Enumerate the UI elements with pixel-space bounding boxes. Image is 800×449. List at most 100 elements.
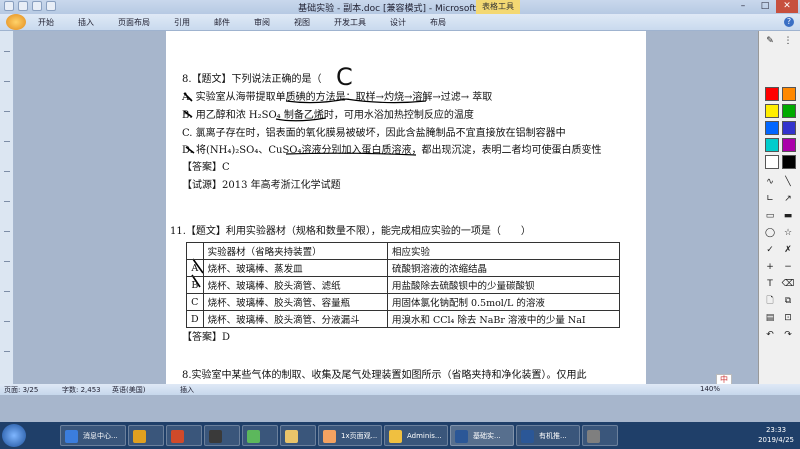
plus-icon[interactable]: + <box>763 261 777 273</box>
angle-icon[interactable]: ∟ <box>763 193 777 205</box>
color-swatch-red[interactable] <box>765 87 779 101</box>
office-button[interactable] <box>6 14 26 30</box>
tab-developer[interactable]: 开发工具 <box>322 17 378 28</box>
taskbar-item[interactable] <box>280 425 316 446</box>
table-cell[interactable]: 用溴水和 CCl₄ 除去 NaBr 溶液中的少量 NaI <box>386 310 621 328</box>
clock-date: 2019/4/25 <box>758 436 794 444</box>
star-icon[interactable]: ☆ <box>781 227 795 239</box>
color-swatch-indigo[interactable] <box>782 121 796 135</box>
experiment-table: 实验器材（省略夹持装置） 相应实验 A 烧杯、玻璃棒、蒸发皿 硫酸铜溶液的浓缩结… <box>186 242 621 328</box>
taskbar-item-active[interactable]: 基础实... <box>450 425 514 446</box>
pen-annotations <box>183 92 427 288</box>
window-title: 基础实验 - 副本.doc [兼容模式] - Microsoft Word <box>298 4 502 14</box>
table-header-row: 实验器材（省略夹持装置） 相应实验 <box>186 242 621 260</box>
color-swatch-yellow[interactable] <box>765 104 779 118</box>
ellipse-icon[interactable]: ◯ <box>763 227 777 239</box>
tab-references[interactable]: 引用 <box>162 17 202 28</box>
help-icon[interactable]: ? <box>784 17 794 27</box>
line-icon[interactable]: ╲ <box>781 176 795 188</box>
table-header-cell[interactable]: 实验器材（省略夹持装置） <box>202 242 388 260</box>
minimize-button[interactable]: – <box>732 0 754 13</box>
table-row: C 烧杯、玻璃棒、胶头滴管、容量瓶 用固体氯化钠配制 0.5mol/L 的溶液 <box>186 293 621 311</box>
next-question-heading: 8.实验室中某些气体的制取、收集及尾气处理装置如图所示（省略夹持和净化装置）。仅… <box>182 370 587 381</box>
arrow-icon[interactable]: ↗ <box>781 193 795 205</box>
tab-review[interactable]: 审阅 <box>242 17 282 28</box>
taskbar-item[interactable]: 消息中心... <box>60 425 126 446</box>
ribbon-tabs: 开始 插入 页面布局 引用 邮件 审阅 视图 开发工具 设计 布局 ? <box>0 14 800 31</box>
document-area: 8.【题文】下列说法正确的是（ C A. 实验室从海带提取单质碘的方法是：取样→… <box>14 31 766 384</box>
pen-icon[interactable]: ✎ <box>763 35 777 47</box>
zoom-level[interactable]: 140% <box>700 385 720 393</box>
table-tools-context-tab[interactable]: 表格工具 <box>476 0 520 14</box>
start-button[interactable] <box>2 424 26 447</box>
tab-mailings[interactable]: 邮件 <box>202 17 242 28</box>
clock-time: 23:33 <box>765 426 787 434</box>
check-icon[interactable]: ✓ <box>763 244 777 256</box>
maximize-button[interactable]: □ <box>754 0 776 13</box>
taskbar-item[interactable] <box>204 425 240 446</box>
insert-mode[interactable]: 插入 <box>180 385 194 395</box>
table-header-cell[interactable] <box>186 242 204 260</box>
redo-icon[interactable]: ↷ <box>781 329 795 341</box>
cross-icon[interactable]: ✗ <box>781 244 795 256</box>
color-swatch-orange[interactable] <box>782 87 796 101</box>
new-page-icon[interactable]: 🗋 <box>763 295 777 307</box>
text-icon[interactable]: T <box>763 278 777 290</box>
table-cell[interactable]: 硫酸铜溶液的浓缩结晶 <box>386 259 621 277</box>
taskbar-item[interactable]: 1x页面观... <box>318 425 382 446</box>
minus-icon[interactable]: − <box>781 261 795 273</box>
rectangle-icon[interactable]: ▭ <box>763 210 777 222</box>
color-swatch-black[interactable] <box>782 155 796 169</box>
table-cell[interactable]: 烧杯、玻璃棒、蒸发皿 <box>202 259 388 277</box>
table-header-cell[interactable]: 相应实验 <box>386 242 621 260</box>
undo-icon[interactable]: ↶ <box>763 329 777 341</box>
taskbar-item[interactable] <box>242 425 278 446</box>
row-label[interactable]: A <box>186 259 204 277</box>
table-cell[interactable]: 烧杯、玻璃棒、胶头滴管、容量瓶 <box>202 293 388 311</box>
table-cell[interactable]: 用盐酸除去硫酸钡中的少量碳酸钡 <box>386 276 621 294</box>
vertical-ruler <box>0 31 14 384</box>
tab-insert[interactable]: 插入 <box>66 17 106 28</box>
table-cell[interactable]: 烧杯、玻璃棒、胶头滴管、分液漏斗 <box>202 310 388 328</box>
taskbar-item[interactable]: Adminis... <box>384 425 448 446</box>
pen-tool-palette: ✎ ⋮ ∿ ╲ ∟ ↗ ▭ ▬ ◯ ☆ ✓ ✗ + − T ⌫ 🗋 ⧉ ▤ ⊡ … <box>758 31 800 387</box>
tab-view[interactable]: 视图 <box>282 17 322 28</box>
color-swatch-purple[interactable] <box>782 138 796 152</box>
color-swatch-blue[interactable] <box>765 121 779 135</box>
tab-layout[interactable]: 布局 <box>418 17 458 28</box>
taskbar-item[interactable] <box>128 425 164 446</box>
taskbar-clock[interactable]: 23:33 2019/4/25 <box>758 425 794 445</box>
screenshot-icon[interactable]: ⊡ <box>781 312 795 324</box>
close-button[interactable]: ✕ <box>776 0 798 13</box>
tab-page-layout[interactable]: 页面布局 <box>106 17 162 28</box>
page-indicator[interactable]: 页面: 3/25 <box>4 385 38 395</box>
status-bar: 页面: 3/25 字数: 2,453 英语(美国) 插入 140% <box>0 384 800 395</box>
tab-design[interactable]: 设计 <box>378 17 418 28</box>
row-label[interactable]: B <box>186 276 204 294</box>
color-swatch-cyan[interactable] <box>765 138 779 152</box>
table-cell[interactable]: 烧杯、玻璃棒、胶头滴管、滤纸 <box>202 276 388 294</box>
document-page[interactable]: 8.【题文】下列说法正确的是（ C A. 实验室从海带提取单质碘的方法是：取样→… <box>166 31 646 384</box>
grip-icon[interactable]: ⋮ <box>781 35 795 47</box>
table-row: D 烧杯、玻璃棒、胶头滴管、分液漏斗 用溴水和 CCl₄ 除去 NaBr 溶液中… <box>186 310 621 328</box>
copy-icon[interactable]: ⧉ <box>781 295 795 307</box>
color-swatch-white[interactable] <box>765 155 779 169</box>
row-label[interactable]: C <box>186 293 204 311</box>
table-row: A 烧杯、玻璃棒、蒸发皿 硫酸铜溶液的浓缩结晶 <box>186 259 621 277</box>
row-label[interactable]: D <box>186 310 204 328</box>
tab-home[interactable]: 开始 <box>26 17 66 28</box>
q11-answer: 【答案】D <box>182 332 231 343</box>
language-indicator[interactable]: 英语(美国) <box>112 385 145 395</box>
freehand-icon[interactable]: ∿ <box>763 176 777 188</box>
taskbar-item[interactable]: 有机推... <box>516 425 580 446</box>
desktop-gap <box>0 395 800 422</box>
word-count[interactable]: 字数: 2,453 <box>62 385 101 395</box>
filled-rect-icon[interactable]: ▬ <box>781 210 795 222</box>
taskbar-item[interactable] <box>166 425 202 446</box>
eraser-icon[interactable]: ⌫ <box>781 278 795 290</box>
color-swatch-green[interactable] <box>782 104 796 118</box>
taskbar-item[interactable] <box>582 425 618 446</box>
table-row: B 烧杯、玻璃棒、胶头滴管、滤纸 用盐酸除去硫酸钡中的少量碳酸钡 <box>186 276 621 294</box>
save-icon[interactable]: ▤ <box>763 312 777 324</box>
table-cell[interactable]: 用固体氯化钠配制 0.5mol/L 的溶液 <box>386 293 621 311</box>
